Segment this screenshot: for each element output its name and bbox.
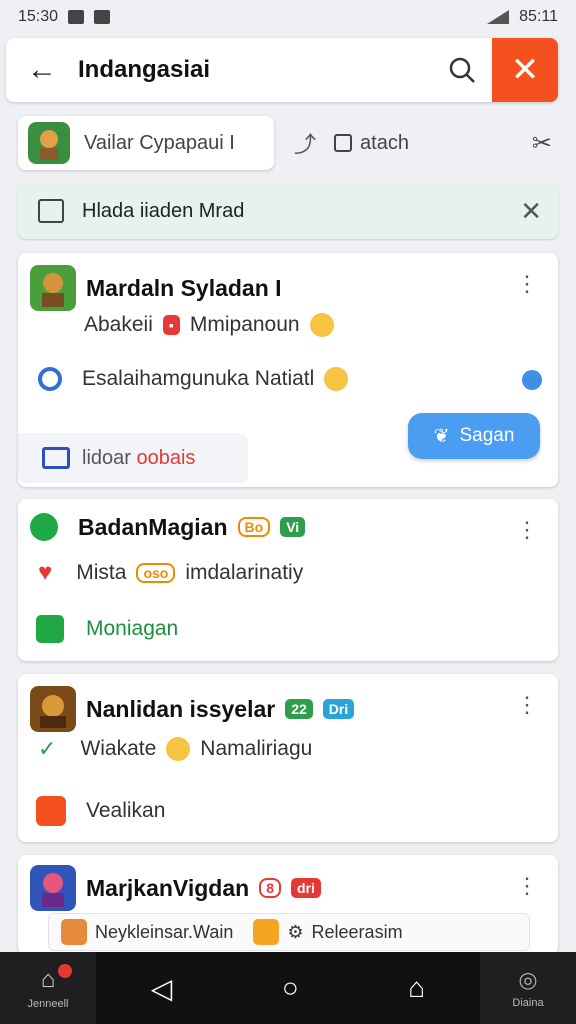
search-icon bbox=[449, 57, 475, 83]
game-icon bbox=[61, 919, 87, 945]
list-card[interactable]: Mardaln Syladan I ⋮ Abakeii ▪ Mmipanoun … bbox=[18, 253, 558, 487]
nav-camera-label: Diaina bbox=[512, 997, 544, 1009]
card-line: Moniagan bbox=[86, 617, 179, 640]
more-options-icon[interactable]: ⋮ bbox=[516, 694, 538, 716]
game-selector-chip[interactable]: Vailar Cypapaui I bbox=[18, 116, 274, 170]
nav-home[interactable]: ⌂ Jenneell bbox=[0, 952, 96, 1024]
action-label: Sagan bbox=[459, 425, 515, 446]
recents-icon[interactable]: ⌂ bbox=[408, 972, 425, 1004]
emoji-icon bbox=[166, 737, 191, 761]
chat-icon bbox=[30, 513, 58, 541]
card-line: Mmipanoun bbox=[189, 313, 300, 336]
status-text-alert: oobais bbox=[136, 446, 196, 469]
emoji-icon bbox=[253, 919, 280, 945]
app-bar: ← Indangasiai ✕ bbox=[6, 38, 558, 102]
badge-icon: ▪ bbox=[162, 315, 180, 335]
nav-camera[interactable]: ◎ Diaina bbox=[480, 952, 576, 1024]
avatar-icon bbox=[324, 367, 349, 391]
info-circle-icon bbox=[38, 367, 62, 391]
more-options-icon[interactable]: ⋮ bbox=[516, 519, 538, 541]
sub-item-label: Neykleinsar.Wain bbox=[95, 921, 234, 942]
image-icon bbox=[38, 199, 64, 223]
status-chip[interactable]: lidoar oobais bbox=[18, 433, 248, 483]
status-bar: 15:30 85:11 bbox=[0, 0, 576, 34]
close-icon[interactable]: ✕ bbox=[520, 196, 542, 227]
back-icon[interactable]: ◁ bbox=[151, 972, 173, 1005]
game-icon bbox=[30, 686, 76, 732]
card-line: Vealikan bbox=[86, 799, 166, 822]
card-title: BadanMagian bbox=[78, 513, 228, 540]
close-button[interactable]: ✕ bbox=[492, 38, 558, 102]
status-text: lidoar bbox=[82, 446, 131, 469]
close-icon: ✕ bbox=[510, 51, 540, 89]
sub-item-label: Releerasim bbox=[311, 921, 403, 942]
nav-home-label: Jenneell bbox=[27, 998, 69, 1010]
badge: 22 bbox=[285, 699, 313, 719]
camera-icon: ◎ bbox=[518, 967, 538, 992]
game-icon bbox=[30, 265, 76, 311]
card-title: Nanlidan issyelar bbox=[86, 695, 276, 722]
more-options-icon[interactable]: ⋮ bbox=[516, 875, 538, 897]
game-icon bbox=[28, 122, 70, 164]
card-line: Esalaihamgunuka Natiatl bbox=[82, 367, 315, 390]
card-line: Wiakate bbox=[80, 737, 157, 760]
badge: oso bbox=[136, 563, 176, 583]
game-icon bbox=[30, 865, 76, 911]
sub-item-row[interactable]: Neykleinsar.Wain ⚙ Releerasim bbox=[48, 913, 530, 951]
more-options-icon[interactable]: ⋮ bbox=[516, 273, 538, 295]
settings-icon: ⚙ bbox=[287, 921, 304, 942]
heart-icon: ♥ bbox=[38, 559, 53, 586]
bird-icon: ❦ bbox=[433, 425, 450, 447]
notification-dot bbox=[58, 964, 72, 978]
check-icon: ✓ bbox=[38, 736, 57, 761]
image-icon bbox=[94, 10, 111, 24]
app-icon bbox=[36, 796, 66, 826]
badge: Bo bbox=[237, 517, 271, 537]
card-line: imdalarinatiy bbox=[185, 561, 304, 584]
chip-label: Vailar Cypapaui I bbox=[84, 131, 235, 154]
card-title: MarjkanVigdan bbox=[86, 874, 250, 901]
filter-row: Vailar Cypapaui I ⤴ atach ✂ bbox=[18, 116, 558, 170]
card-title: Mardaln Syladan I bbox=[86, 274, 282, 301]
home-circle-icon[interactable]: ○ bbox=[282, 972, 299, 1004]
bottom-nav: ⌂ Jenneell ◁ ○ ⌂ ◎ Diaina bbox=[0, 952, 576, 1024]
info-dot-icon bbox=[522, 370, 542, 390]
status-time: 15:30 bbox=[18, 8, 59, 25]
search-button[interactable] bbox=[432, 38, 492, 102]
banner-text: Hlada iiaden Mrad bbox=[82, 199, 245, 222]
attach-icon bbox=[334, 134, 353, 152]
list-card[interactable]: MarjkanVigdan 8 dri ⋮ Neykleinsar.Wain ⚙… bbox=[18, 855, 558, 955]
badge: Vi bbox=[280, 517, 306, 537]
card-line: Mista bbox=[76, 561, 127, 584]
back-button[interactable]: ← bbox=[6, 38, 78, 102]
attach-label: atach bbox=[360, 131, 409, 154]
avatar-icon bbox=[309, 313, 334, 337]
arrow-left-icon: ← bbox=[27, 53, 57, 86]
list-card[interactable]: BadanMagian Bo Vi ⋮ ♥ Mista oso imdalari… bbox=[18, 499, 558, 661]
card-line: Abakeii bbox=[84, 313, 153, 336]
badge: dri bbox=[290, 878, 321, 898]
info-banner: Hlada iiaden Mrad ✕ bbox=[18, 183, 558, 239]
badge: 8 bbox=[259, 878, 281, 898]
share-icon[interactable]: ⤴ bbox=[294, 127, 316, 159]
monitor-icon bbox=[42, 447, 70, 469]
badge: Dri bbox=[322, 699, 355, 719]
status-right-text: 85:11 bbox=[519, 8, 558, 25]
attach-button[interactable]: atach bbox=[334, 132, 409, 155]
action-button[interactable]: ❦ Sagan bbox=[408, 413, 540, 459]
signal-icon bbox=[487, 10, 510, 24]
notification-icon bbox=[68, 10, 85, 24]
tool-icon[interactable]: ✂ bbox=[532, 129, 552, 158]
phone-icon bbox=[36, 615, 64, 643]
card-line: Namaliriagu bbox=[200, 737, 313, 760]
home-icon: ⌂ bbox=[40, 966, 56, 993]
list-card[interactable]: Nanlidan issyelar 22 Dri ⋮ ✓ Wiakate Nam… bbox=[18, 674, 558, 842]
page-title: Indangasiai bbox=[78, 56, 211, 83]
